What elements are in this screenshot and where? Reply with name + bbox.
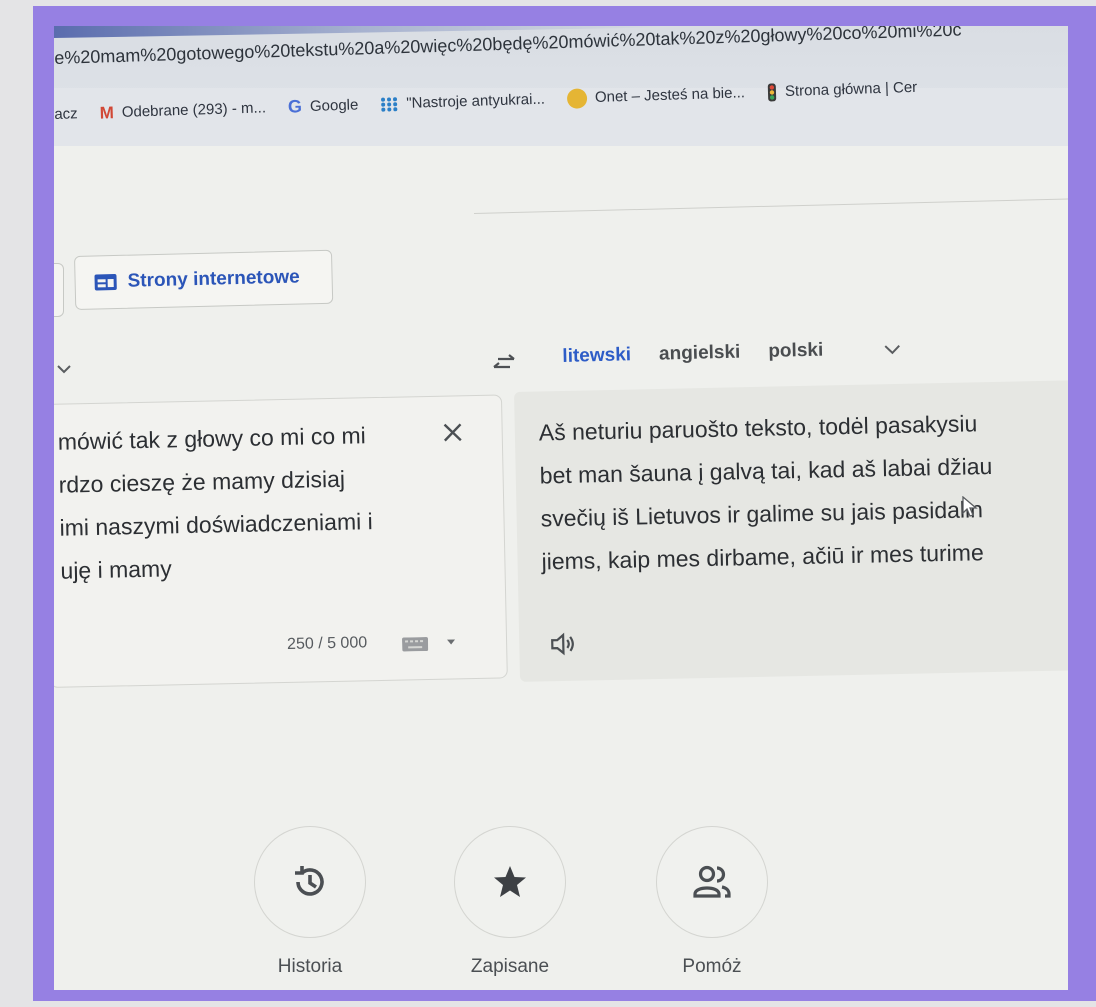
clear-text-button[interactable] [438,418,467,447]
translation-panel: Aš neturiu paruošto teksto, todėl pasaky… [514,379,1068,682]
star-icon [494,866,526,897]
saved-button[interactable] [454,826,566,938]
keyboard-icon[interactable] [402,637,429,652]
saved-action[interactable]: Zapisane [450,826,570,978]
websites-mode-button[interactable]: Strony internetowe [74,249,334,310]
mouse-cursor-icon [962,496,978,517]
close-icon [443,423,462,442]
tab-angielski[interactable]: angielski [657,336,743,372]
character-count: 250 / 5 000 [286,634,368,653]
text-mode-button[interactable] [54,263,64,317]
history-label: Historia [277,956,343,977]
people-icon [693,865,731,898]
translation-output: Aš neturiu paruošto teksto, todėl pasaky… [538,398,1068,583]
target-language-tabs: litewski angielski polski [560,332,902,374]
swap-icon [493,354,515,369]
history-action[interactable]: Historia [250,826,370,978]
swap-languages-button[interactable] [484,346,524,380]
history-icon [295,866,324,896]
contribute-action[interactable]: Pomóż [652,826,772,978]
web-page-icon [94,274,117,291]
history-button[interactable] [254,826,366,938]
source-language-chevron-down-icon[interactable] [56,361,72,377]
contribute-label: Pomóż [682,956,742,977]
translate-page: Strony internetowe litewski angielski po… [54,26,1068,990]
source-line: uję i mamy [60,555,172,584]
more-target-languages-chevron-down-icon[interactable] [883,340,901,358]
contribute-button[interactable] [656,826,768,938]
speaker-icon[interactable] [549,631,578,658]
websites-mode-label: Strony internetowe [127,266,300,292]
source-text-panel[interactable]: mówić tak z głowy co mi co mi rdzo ciesz… [54,394,508,688]
keyboard-chevron-down-icon[interactable] [446,636,456,646]
source-text-input[interactable]: mówić tak z głowy co mi co mi rdzo ciesz… [57,413,441,593]
tab-litewski[interactable]: litewski [560,338,633,374]
browser-window: e%20mam%20gotowego%20tekstu%20a%20więc%2… [54,26,1068,990]
tab-polski[interactable]: polski [766,334,826,369]
saved-label: Zapisane [470,956,550,977]
